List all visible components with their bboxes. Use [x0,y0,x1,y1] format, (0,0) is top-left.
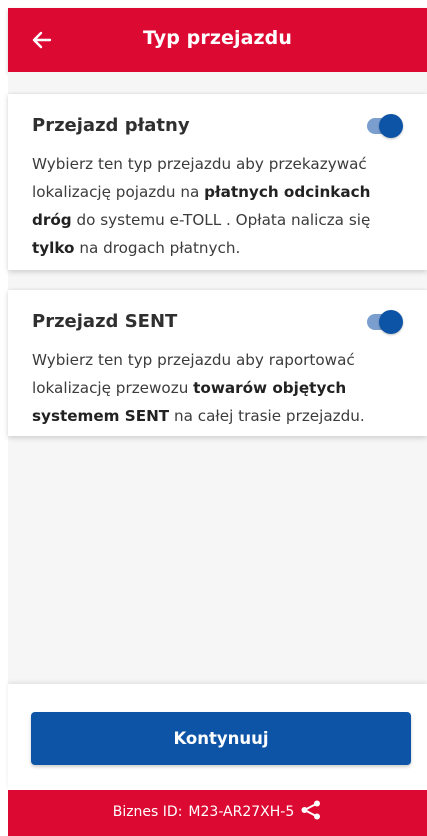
business-id-row: Biznes ID: M23-AR27XH-5 [8,800,427,821]
ride-type-card-toll: Przejazd płatny Wybierz ten typ przejazd… [8,94,427,270]
page-title: Typ przejazdu [142,27,293,49]
description-emphasis: tylko [32,239,75,257]
card-title: Przejazd płatny [32,115,190,136]
business-id-label: Biznes ID: [112,804,183,820]
footer-bar: Biznes ID: M23-AR27XH-5 [8,790,427,836]
share-button[interactable] [300,799,322,821]
description-text: na drogach płatnych. [74,239,241,257]
description-text: na całej trasie przejazdu. [169,407,365,425]
card-title: Przejazd SENT [32,311,178,332]
card-description: Wybierz ten typ przejazdu aby raportować… [32,346,401,430]
continue-button[interactable]: Kontynuuj [31,712,411,765]
ride-type-card-sent: Przejazd SENT Wybierz ten typ przejazdu … [8,290,427,436]
app-header: Typ przejazdu [8,8,427,72]
description-text: do systemu e-TOLL . Opłata nalicza się [71,211,371,229]
sent-ride-toggle[interactable] [365,310,403,334]
share-icon [301,800,321,820]
toggle-knob [379,114,403,138]
toggle-knob [379,310,403,334]
business-id-value: M23-AR27XH-5 [188,804,295,820]
toll-ride-toggle[interactable] [365,114,403,138]
card-description: Wybierz ten typ przejazdu aby przekazywa… [32,150,401,262]
